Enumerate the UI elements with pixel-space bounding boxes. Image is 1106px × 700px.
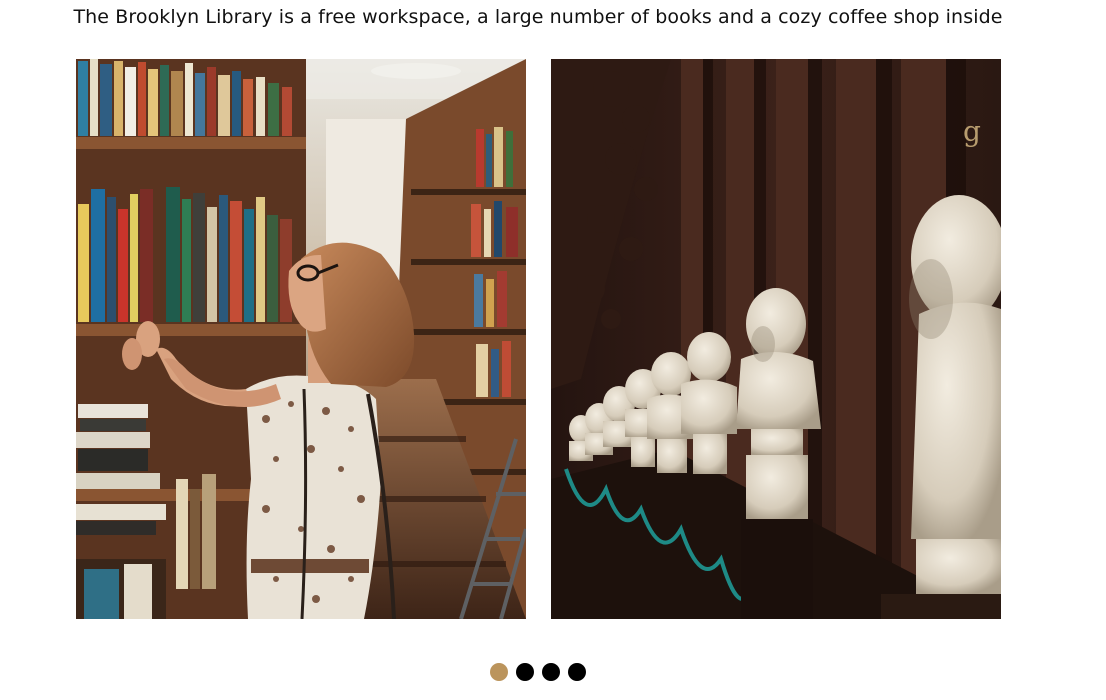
library-photo-marble-busts: g <box>551 59 1001 619</box>
slider-dot-2[interactable] <box>516 663 534 681</box>
section-caption: The Brooklyn Library is a free workspace… <box>73 6 1003 28</box>
library-photo-woman-reading <box>76 59 526 619</box>
slider-dot-3[interactable] <box>542 663 560 681</box>
svg-text:g: g <box>963 115 981 148</box>
slider-dot-4[interactable] <box>568 663 586 681</box>
slider-dot-1[interactable] <box>490 663 508 681</box>
slider-pagination <box>490 663 586 681</box>
